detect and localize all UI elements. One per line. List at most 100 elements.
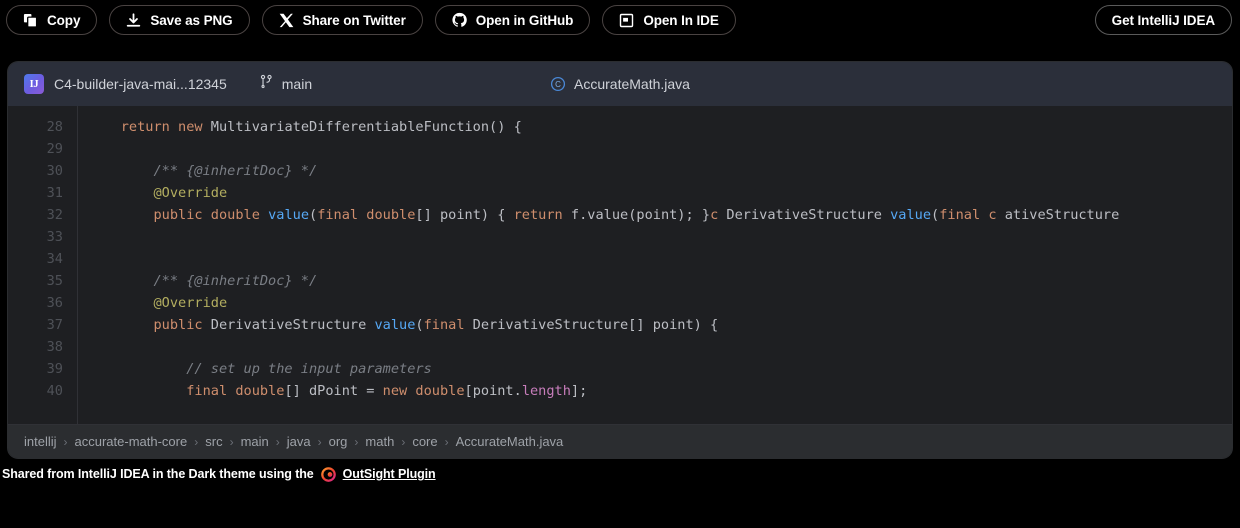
ide-monitor-icon	[619, 13, 634, 28]
code-token: [] dPoint =	[284, 383, 383, 399]
open-in-github-button[interactable]: Open in GitHub	[434, 5, 591, 35]
share-on-twitter-label: Share on Twitter	[302, 12, 406, 28]
share-on-twitter-button[interactable]: Share on Twitter	[261, 5, 423, 35]
line-number: 33	[46, 229, 63, 245]
breadcrumb-item[interactable]: accurate-math-core	[75, 434, 188, 449]
breadcrumb-item[interactable]: AccurateMath.java	[456, 434, 564, 449]
code-line: public double value(final double[] point…	[88, 204, 1232, 226]
code-token: final	[423, 317, 465, 333]
breadcrumb-item[interactable]: math	[365, 434, 394, 449]
code-token: value	[890, 207, 932, 223]
line-number: 30	[46, 163, 63, 179]
breadcrumb-separator: ›	[194, 434, 199, 449]
code-line: final double[] dPoint = new double[point…	[88, 380, 1232, 402]
line-number: 34	[46, 251, 63, 267]
code-token: public	[153, 207, 203, 223]
code-token: // set up the input parameters	[186, 361, 432, 377]
ide-window: IJ C4-builder-java-mai...12345 main C Ac…	[8, 62, 1232, 458]
branch-selector[interactable]: main	[259, 74, 312, 94]
code-token: final	[186, 383, 228, 399]
code-token: DerivativeStructure[] point) {	[464, 317, 719, 333]
code-token: length	[521, 383, 571, 399]
line-number: 40	[46, 383, 63, 399]
ide-header: IJ C4-builder-java-mai...12345 main C Ac…	[8, 62, 1232, 106]
code-token: [] point) {	[415, 207, 514, 223]
breadcrumb-separator: ›	[275, 434, 280, 449]
code-token: @Override	[153, 185, 228, 201]
code-token: return	[120, 119, 170, 135]
code-token: [point.	[464, 383, 522, 399]
breadcrumb-separator: ›	[317, 434, 322, 449]
open-in-github-label: Open in GitHub	[475, 12, 574, 28]
code-line: /** {@inheritDoc} */	[88, 160, 1232, 182]
breadcrumb-item[interactable]: java	[287, 434, 311, 449]
outsight-plugin-link[interactable]: OutSight Plugin	[343, 467, 436, 481]
code-token: double	[415, 383, 465, 399]
code-line: return new MultivariateDifferentiableFun…	[88, 116, 1232, 138]
breadcrumb-separator: ›	[354, 434, 359, 449]
code-token: return	[513, 207, 563, 223]
open-in-ide-button[interactable]: Open In IDE	[602, 5, 736, 35]
save-as-png-label: Save as PNG	[150, 12, 233, 28]
line-number: 35	[46, 273, 63, 289]
code-token: DerivativeStructure	[202, 317, 375, 333]
breadcrumb-item[interactable]: main	[241, 434, 269, 449]
code-token: value	[268, 207, 309, 223]
active-file-name: AccurateMath.java	[574, 76, 690, 92]
attribution-footer: Shared from IntelliJ IDEA in the Dark th…	[0, 458, 1240, 490]
code-editor[interactable]: 28 29 30 31 32 33 34 35 36 37 38 39 40 return new Mu…	[8, 106, 1232, 424]
code-token: DerivativeStructure	[718, 207, 891, 223]
breadcrumb-separator: ›	[401, 434, 406, 449]
line-number: 38	[46, 339, 63, 355]
project-name[interactable]: C4-builder-java-mai...12345	[54, 76, 227, 92]
code-token: (	[931, 207, 940, 223]
open-in-ide-label: Open In IDE	[643, 12, 719, 28]
breadcrumb-item[interactable]: core	[412, 434, 437, 449]
code-token: ativeStructure	[996, 207, 1120, 223]
get-intellij-idea-button[interactable]: Get IntelliJ IDEA	[1094, 5, 1232, 35]
code-token: value	[374, 317, 416, 333]
code-token: double	[366, 207, 416, 223]
code-token: (	[309, 207, 318, 223]
code-token: @Override	[153, 295, 228, 311]
intellij-logo-icon: IJ	[24, 74, 44, 94]
code-token: new	[178, 119, 203, 135]
breadcrumb-item[interactable]: src	[205, 434, 222, 449]
code-token: double	[235, 383, 285, 399]
svg-text:C: C	[555, 80, 561, 89]
toolbar-actions: Copy Save as PNG Share on Twitter Open i…	[6, 5, 736, 35]
breadcrumb-separator: ›	[444, 434, 449, 449]
breadcrumb-item[interactable]: intellij	[24, 434, 57, 449]
line-number: 32	[46, 207, 63, 223]
github-icon	[452, 12, 467, 28]
code-token: final	[317, 207, 359, 223]
get-intellij-idea-label: Get IntelliJ IDEA	[1111, 12, 1215, 28]
code-line: @Override	[88, 292, 1232, 314]
save-as-png-button[interactable]: Save as PNG	[109, 5, 250, 35]
code-content[interactable]: return new MultivariateDifferentiableFun…	[78, 106, 1232, 424]
line-number: 29	[46, 141, 63, 157]
line-number: 28	[46, 119, 63, 135]
code-line: // set up the input parameters	[88, 358, 1232, 380]
top-toolbar: Copy Save as PNG Share on Twitter Open i…	[0, 0, 1240, 40]
breadcrumb-separator: ›	[63, 434, 68, 449]
breadcrumb-item[interactable]: org	[329, 434, 348, 449]
code-token: /** {@inheritDoc} */	[153, 163, 318, 179]
copy-button[interactable]: Copy	[6, 5, 98, 35]
breadcrumb: intellij › accurate-math-core › src › main › jav…	[8, 424, 1232, 458]
line-number: 37	[46, 317, 63, 333]
branch-name: main	[281, 76, 313, 92]
line-number: 36	[46, 295, 63, 311]
